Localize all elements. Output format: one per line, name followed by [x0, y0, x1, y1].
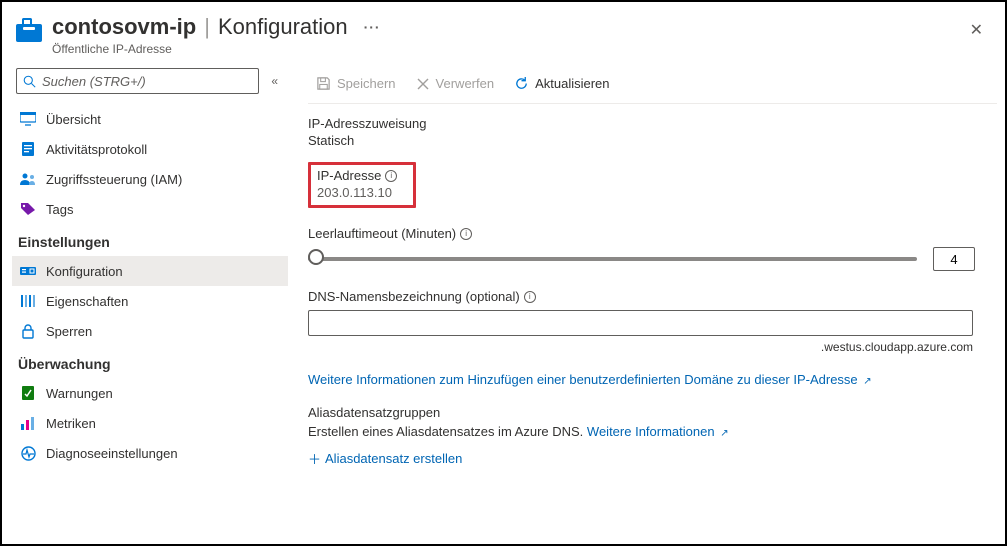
nav-label: Sperren: [46, 324, 92, 339]
alias-heading: Aliasdatensatzgruppen: [308, 405, 985, 420]
page-header: contosovm-ip | Konfiguration ··· Öffentl…: [2, 2, 1005, 64]
info-icon[interactable]: i: [460, 228, 472, 240]
idle-timeout-field: Leerlauftimeout (Minuten) i: [308, 226, 1005, 271]
save-button[interactable]: Speichern: [308, 72, 404, 95]
ip-assignment-value: Statisch: [308, 133, 985, 148]
overview-icon: [20, 111, 36, 127]
resource-type-label: Öffentliche IP-Adresse: [52, 42, 964, 56]
configuration-icon: [20, 263, 36, 279]
info-icon[interactable]: i: [385, 170, 397, 182]
dns-label-field: DNS-Namensbezeichnung (optional) i .west…: [308, 289, 1005, 354]
nav-alerts[interactable]: Warnungen: [12, 378, 288, 408]
alerts-icon: [20, 385, 36, 401]
discard-icon: [416, 77, 430, 91]
activity-log-icon: [20, 141, 36, 157]
external-link-icon: ↗: [720, 428, 728, 439]
nav-tags[interactable]: Tags: [12, 194, 288, 224]
discard-button[interactable]: Verwerfen: [408, 72, 503, 95]
dns-label-label: DNS-Namensbezeichnung (optional) i: [308, 289, 985, 304]
lock-icon: [20, 323, 36, 339]
nav-label: Tags: [46, 202, 73, 217]
public-ip-icon: [16, 20, 42, 42]
ip-assignment-label: IP-Adresszuweisung: [308, 116, 985, 131]
nav-label: Aktivitätsprotokoll: [46, 142, 147, 157]
dns-suffix-label: .westus.cloudapp.azure.com: [308, 340, 985, 354]
refresh-button[interactable]: Aktualisieren: [506, 72, 617, 95]
idle-timeout-slider[interactable]: [308, 249, 917, 269]
nav-label: Zugriffssteuerung (IAM): [46, 172, 182, 187]
toolbar: Speichern Verwerfen Aktualisieren: [308, 64, 997, 104]
page-title: contosovm-ip | Konfiguration ···: [52, 14, 964, 40]
info-icon[interactable]: i: [524, 291, 536, 303]
nav-label: Diagnoseeinstellungen: [46, 446, 178, 461]
save-icon: [316, 76, 331, 91]
nav-label: Metriken: [46, 416, 96, 431]
nav-label: Konfiguration: [46, 264, 123, 279]
nav-metrics[interactable]: Metriken: [12, 408, 288, 438]
more-actions-button[interactable]: ···: [364, 19, 381, 35]
ip-address-highlight: IP-Adresse i 203.0.113.10: [308, 162, 416, 208]
idle-timeout-input[interactable]: [933, 247, 975, 271]
properties-icon: [20, 293, 36, 309]
refresh-icon: [514, 76, 529, 91]
alias-more-info-link[interactable]: Weitere Informationen ↗: [587, 424, 729, 439]
ip-assignment-field: IP-Adresszuweisung Statisch: [308, 116, 1005, 148]
nav-label: Eigenschaften: [46, 294, 128, 309]
slider-thumb[interactable]: [308, 249, 324, 265]
nav-activity-log[interactable]: Aktivitätsprotokoll: [12, 134, 288, 164]
external-link-icon: ↗: [863, 376, 871, 387]
alias-description: Erstellen eines Aliasdatensatzes im Azur…: [308, 424, 985, 439]
nav-label: Übersicht: [46, 112, 101, 127]
alias-record-section: Aliasdatensatzgruppen Erstellen eines Al…: [308, 405, 1005, 468]
tags-icon: [20, 201, 36, 217]
ip-address-label: IP-Adresse i: [317, 168, 397, 183]
nav-configuration[interactable]: Konfiguration: [12, 256, 288, 286]
idle-timeout-label: Leerlauftimeout (Minuten) i: [308, 226, 985, 241]
close-button[interactable]: ✕: [964, 16, 989, 44]
custom-domain-link[interactable]: Weitere Informationen zum Hinzufügen ein…: [308, 372, 872, 387]
nav-section-monitoring: Überwachung: [12, 346, 288, 378]
search-icon: [23, 75, 36, 88]
iam-icon: [20, 171, 36, 187]
diagnostics-icon: [20, 445, 36, 461]
sidebar: « Übersicht Aktivitätsprotokoll Zugriffs…: [2, 64, 288, 548]
nav-overview[interactable]: Übersicht: [12, 104, 288, 134]
nav-label: Warnungen: [46, 386, 113, 401]
content-pane: Speichern Verwerfen Aktualisieren IP-Adr…: [288, 64, 1005, 548]
nav-locks[interactable]: Sperren: [12, 316, 288, 346]
create-alias-button[interactable]: ＋ Aliasdatensatz erstellen: [308, 449, 462, 468]
sidebar-search[interactable]: [16, 68, 259, 94]
metrics-icon: [20, 415, 36, 431]
nav-access-control[interactable]: Zugriffssteuerung (IAM): [12, 164, 288, 194]
nav-properties[interactable]: Eigenschaften: [12, 286, 288, 316]
sidebar-search-input[interactable]: [42, 74, 252, 89]
nav-section-settings: Einstellungen: [12, 224, 288, 256]
plus-icon: ＋: [308, 449, 321, 468]
ip-address-value: 203.0.113.10: [317, 185, 397, 200]
dns-label-input[interactable]: [308, 310, 973, 336]
collapse-sidebar-button[interactable]: «: [267, 70, 282, 92]
nav-diagnostics[interactable]: Diagnoseeinstellungen: [12, 438, 288, 468]
